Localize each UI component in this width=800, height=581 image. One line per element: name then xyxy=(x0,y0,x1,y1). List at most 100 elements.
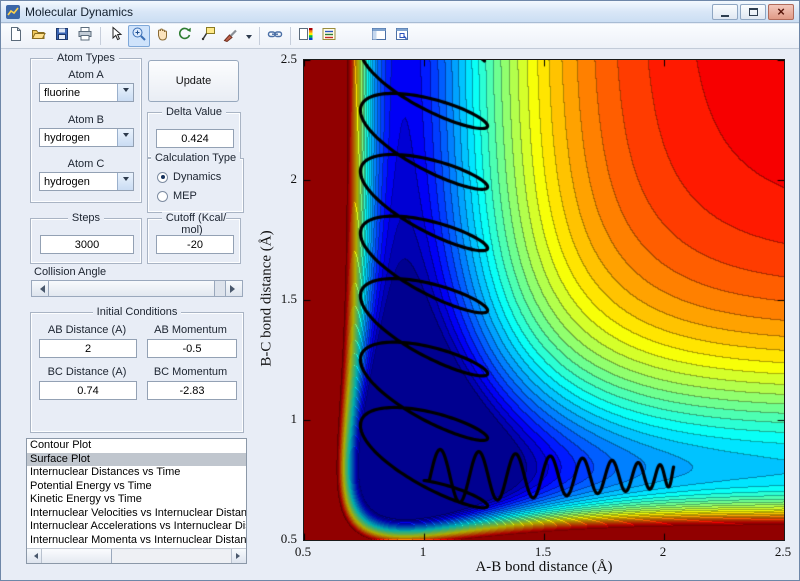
pan-button[interactable] xyxy=(151,25,173,47)
radio-icon xyxy=(157,171,168,183)
arrow-right-icon xyxy=(229,284,239,293)
list-item[interactable]: Kinetic Energy vs Time xyxy=(27,493,246,507)
cutoff-input[interactable] xyxy=(156,235,234,254)
zoom-in-icon xyxy=(131,26,147,47)
slider-right-arrow-button[interactable] xyxy=(225,281,242,296)
slider-left-arrow-button[interactable] xyxy=(32,281,49,296)
new-figure-button[interactable] xyxy=(5,25,27,47)
collision-angle-slider[interactable] xyxy=(31,280,243,297)
atom-a-label: Atom A xyxy=(68,69,104,81)
steps-panel: Steps xyxy=(30,212,142,264)
toolbar-separator xyxy=(259,27,260,45)
atom-a-value: fluorine xyxy=(44,87,81,99)
brush-button[interactable] xyxy=(220,25,242,47)
calculation-type-panel: Calculation Type Dynamics MEP xyxy=(147,152,244,213)
cursor-arrow-icon xyxy=(108,25,124,47)
hide-plot-tools-button[interactable] xyxy=(368,25,390,47)
toolbar-separator xyxy=(100,27,101,45)
x-tick-label: 2.5 xyxy=(774,544,792,559)
minimize-button[interactable] xyxy=(712,3,738,20)
atom-b-dropdown[interactable]: hydrogen xyxy=(39,128,134,147)
panel-title: Cutoff (Kcal/ mol) xyxy=(148,212,240,236)
dropdown-arrow-button[interactable] xyxy=(117,173,133,190)
list-item[interactable]: Internuclear Momenta vs Internuclear Dis… xyxy=(27,534,246,548)
zoom-in-button[interactable] xyxy=(128,25,150,47)
save-figure-button[interactable] xyxy=(51,25,73,47)
panel-title: Initial Conditions xyxy=(31,306,243,318)
open-folder-icon xyxy=(31,26,47,47)
link-icon xyxy=(267,26,283,47)
link-plots-button[interactable] xyxy=(264,25,286,47)
bc-distance-input[interactable] xyxy=(39,381,137,400)
rotate-3d-icon xyxy=(177,26,193,47)
panel-title: Steps xyxy=(31,212,141,224)
x-axis-label: A-B bond distance (Å) xyxy=(475,559,613,575)
initial-conditions-panel: Initial Conditions AB Distance (A) AB Mo… xyxy=(30,306,244,433)
printer-icon xyxy=(77,26,93,47)
maximize-button[interactable] xyxy=(740,3,766,20)
chevron-down-icon xyxy=(122,177,129,184)
y-tick-label: 2.5 xyxy=(280,51,297,66)
insert-colorbar-button[interactable] xyxy=(295,25,317,47)
dock-window-icon xyxy=(394,26,410,47)
list-item[interactable]: Contour Plot xyxy=(27,439,246,453)
list-item[interactable]: Surface Plot xyxy=(27,452,246,466)
ab-distance-label: AB Distance (A) xyxy=(47,324,127,336)
delta-value-input[interactable] xyxy=(156,129,234,148)
insert-legend-button[interactable] xyxy=(318,25,340,47)
app-icon xyxy=(6,4,20,19)
arrow-left-icon xyxy=(36,284,45,293)
atom-c-value: hydrogen xyxy=(44,176,90,188)
slider-thumb[interactable] xyxy=(49,281,215,296)
minimize-icon xyxy=(721,9,729,17)
pes-contour-canvas[interactable] xyxy=(304,60,784,540)
radio-icon xyxy=(157,190,168,202)
radio-mep[interactable]: MEP xyxy=(157,190,197,202)
print-figure-button[interactable] xyxy=(74,25,96,47)
legend-icon xyxy=(321,26,337,47)
brush-dropdown-button[interactable] xyxy=(243,25,255,47)
arrow-left-icon xyxy=(31,553,38,559)
bc-momentum-label: BC Momentum xyxy=(153,366,228,378)
data-cursor-button[interactable] xyxy=(197,25,219,47)
close-icon: × xyxy=(777,4,785,19)
radio-dynamics[interactable]: Dynamics xyxy=(157,171,221,183)
y-axis-label: B-C bond distance (Å) xyxy=(258,230,275,367)
open-file-button[interactable] xyxy=(28,25,50,47)
delta-value-panel: Delta Value xyxy=(147,106,241,158)
listbox-horizontal-scrollbar[interactable] xyxy=(27,548,246,563)
list-item[interactable]: Potential Energy vs Time xyxy=(27,480,246,494)
atom-a-dropdown[interactable]: fluorine xyxy=(39,83,134,102)
steps-input[interactable] xyxy=(40,235,134,254)
plot-listbox[interactable]: Contour Plot Surface Plot Internuclear Dis… xyxy=(26,438,247,564)
x-tick-label: 1 xyxy=(419,544,427,559)
close-button[interactable]: × xyxy=(768,3,794,20)
plot-listbox-items: Contour Plot Surface Plot Internuclear Dis… xyxy=(27,439,246,548)
update-button[interactable]: Update xyxy=(148,60,239,102)
panel-title: Delta Value xyxy=(148,106,240,118)
maximize-icon xyxy=(748,7,758,16)
scroll-left-button[interactable] xyxy=(27,549,42,563)
y-tick-label: 0.5 xyxy=(280,531,297,546)
toolbar-separator xyxy=(290,27,291,45)
list-item[interactable]: Internuclear Accelerations vs Internucle… xyxy=(27,520,246,534)
arrow-right-icon xyxy=(235,553,243,559)
atom-c-dropdown[interactable]: hydrogen xyxy=(39,172,134,191)
colorbar-icon xyxy=(298,26,314,47)
pes-axes xyxy=(303,59,785,541)
ab-momentum-input[interactable] xyxy=(147,339,237,358)
dropdown-arrow-button[interactable] xyxy=(117,84,133,101)
rotate-3d-button[interactable] xyxy=(174,25,196,47)
edit-plot-button[interactable] xyxy=(105,25,127,47)
list-item[interactable]: Internuclear Distances vs Time xyxy=(27,466,246,480)
scroll-right-button[interactable] xyxy=(231,549,246,563)
brush-icon xyxy=(223,26,239,47)
dock-figure-button[interactable] xyxy=(391,25,413,47)
ab-distance-input[interactable] xyxy=(39,339,137,358)
window-title: Molecular Dynamics xyxy=(25,4,134,19)
dropdown-arrow-button[interactable] xyxy=(117,129,133,146)
chevron-down-icon xyxy=(122,88,129,95)
list-item[interactable]: Internuclear Velocities vs Internuclear … xyxy=(27,507,246,521)
scrollbar-thumb[interactable] xyxy=(42,549,112,563)
bc-momentum-input[interactable] xyxy=(147,381,237,400)
